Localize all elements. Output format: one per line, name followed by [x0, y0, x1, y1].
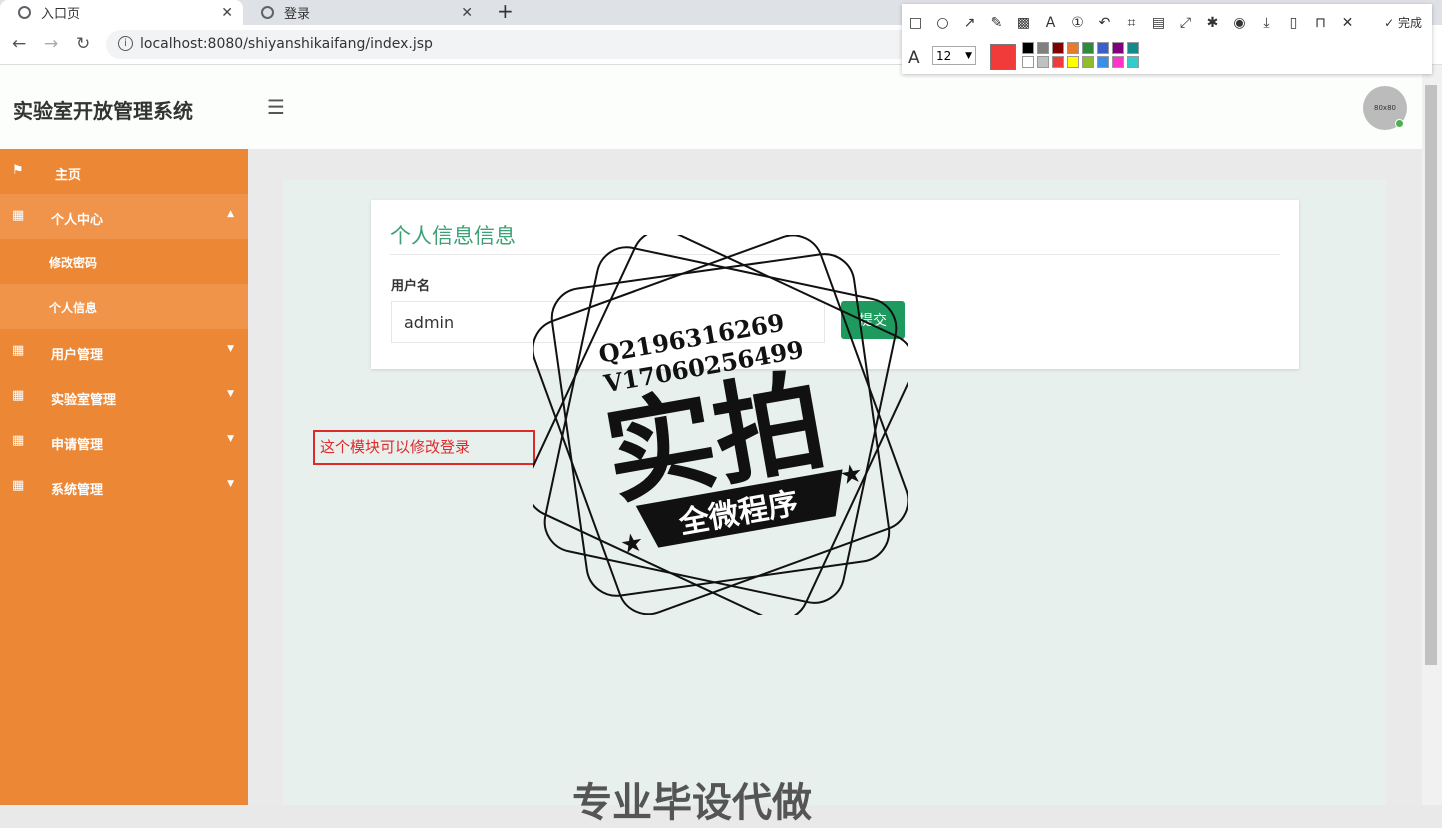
annotation-textbox[interactable]: 这个模块可以修改登录 [313, 430, 535, 465]
undo-icon[interactable]: ↶ [1091, 15, 1118, 31]
sidebar-item-label: 申请管理 [51, 438, 104, 453]
grid-icon: ▦ [12, 343, 25, 358]
avatar[interactable]: 80x80 [1363, 86, 1407, 130]
sidebar-item-application-management[interactable]: ▦ 申请管理 ▼ [0, 419, 248, 464]
star-icon: ★ [618, 527, 646, 561]
tab-home[interactable]: 入口页 ✕ [0, 0, 243, 25]
sidebar: ⚑ 主页 ▦ 个人中心 ▲ 修改密码 个人信息 ▦ 用户管理 ▼ ▦ 实验室管理… [0, 149, 248, 805]
new-tab-button[interactable]: + [497, 0, 514, 22]
ocr-icon[interactable]: ▤ [1145, 15, 1172, 31]
close-icon[interactable]: ✕ [1334, 15, 1361, 31]
pin-icon[interactable]: ✱ [1199, 15, 1226, 31]
arrow-icon[interactable]: ↗ [956, 15, 983, 31]
color-swatch[interactable] [1052, 42, 1064, 54]
back-icon[interactable]: ← [12, 34, 26, 54]
done-button[interactable]: ✓ 完成 [1384, 14, 1422, 31]
sidebar-item-label: 主页 [55, 168, 82, 183]
font-icon: A [908, 48, 920, 68]
tab-label: 登录 [284, 7, 311, 22]
sidebar-item-label: 个人信息 [49, 301, 98, 315]
footer-watermark: 专业毕设代做 [572, 780, 812, 826]
pencil-icon[interactable]: ✎ [983, 15, 1010, 31]
grid-icon: ▦ [12, 478, 25, 493]
grid-icon: ▦ [12, 388, 25, 403]
app-header: 实验室开放管理系统 ☰ 80x80 [0, 65, 1422, 149]
online-status-dot [1395, 119, 1404, 128]
url-text[interactable]: localhost:8080/shiyanshikaifang/index.js… [140, 36, 433, 52]
brand-title: 实验室开放管理系统 [13, 99, 193, 123]
download-icon[interactable]: ⤓ [1253, 15, 1280, 31]
flag-icon: ⚑ [12, 163, 24, 178]
close-icon[interactable]: ✕ [461, 5, 473, 21]
chevron-up-icon: ▲ [227, 209, 234, 219]
chevron-down-icon: ▼ [227, 434, 234, 444]
rectangle-icon[interactable]: □ [902, 15, 929, 31]
color-swatch[interactable] [1097, 42, 1109, 54]
close-icon[interactable]: ✕ [221, 5, 233, 21]
color-swatch[interactable] [1052, 56, 1064, 68]
color-swatch[interactable] [1127, 42, 1139, 54]
sidebar-item-lab-management[interactable]: ▦ 实验室管理 ▼ [0, 374, 248, 419]
color-swatch[interactable] [1037, 42, 1049, 54]
color-swatch[interactable] [1112, 56, 1124, 68]
globe-icon [261, 6, 274, 19]
current-color-swatch[interactable] [990, 44, 1016, 70]
tab-label: 入口页 [41, 7, 81, 22]
sidebar-item-personal-center[interactable]: ▦ 个人中心 ▲ [0, 194, 248, 239]
sidebar-item-system-management[interactable]: ▦ 系统管理 ▼ [0, 464, 248, 509]
screenshot-toolbar: □ ○ ↗ ✎ ▩ A ① ↶ ⌗ ▤ ⤢ ✱ ◉ ⤓ ▯ ⊓ ✕ ✓ 完成 A… [902, 4, 1432, 74]
color-swatch[interactable] [1112, 42, 1124, 54]
star-icon: ★ [837, 458, 865, 492]
color-swatch[interactable] [1067, 56, 1079, 68]
color-swatch[interactable] [1022, 42, 1034, 54]
reload-icon[interactable]: ↻ [76, 34, 90, 54]
chevron-down-icon: ▼ [227, 389, 234, 399]
color-swatch[interactable] [1067, 42, 1079, 54]
tab-login[interactable]: 登录 ✕ [243, 0, 483, 25]
chevron-down-icon: ▼ [227, 344, 234, 354]
phone-icon[interactable]: ▯ [1280, 15, 1307, 31]
color-swatch[interactable] [1082, 42, 1094, 54]
watermark-stamp: Q2196316269 V17060256499 实拍 全微程序 ★ ★ [533, 235, 908, 615]
ellipse-icon[interactable]: ○ [929, 15, 956, 31]
avatar-text: 80x80 [1374, 104, 1396, 112]
sidebar-item-label: 系统管理 [51, 483, 104, 498]
done-label: 完成 [1397, 16, 1422, 30]
sidebar-item-home[interactable]: ⚑ 主页 [0, 149, 248, 194]
card-title: 个人信息信息 [390, 224, 516, 248]
color-palette [1022, 42, 1142, 68]
info-icon[interactable]: i [118, 36, 133, 51]
number-icon[interactable]: ① [1064, 15, 1091, 31]
text-icon[interactable]: A [1037, 15, 1064, 31]
sidebar-item-user-management[interactable]: ▦ 用户管理 ▼ [0, 329, 248, 374]
username-label: 用户名 [391, 279, 431, 294]
font-size-select[interactable]: 12 ▼ [932, 46, 976, 65]
forward-icon[interactable]: → [44, 34, 58, 54]
font-size-value: 12 [936, 49, 952, 63]
sidebar-item-label: 实验室管理 [51, 393, 117, 408]
color-swatch[interactable] [1082, 56, 1094, 68]
sidebar-item-label: 个人中心 [51, 213, 104, 228]
crop-icon[interactable]: ⌗ [1118, 15, 1145, 31]
grid-icon: ▦ [12, 433, 25, 448]
page-scrollbar[interactable] [1422, 65, 1442, 805]
scrollbar-thumb[interactable] [1425, 85, 1437, 665]
sidebar-item-change-password[interactable]: 修改密码 [0, 239, 248, 284]
globe-icon [18, 6, 31, 19]
grid-icon: ▦ [12, 208, 25, 223]
record-icon[interactable]: ◉ [1226, 15, 1253, 31]
sidebar-item-personal-info[interactable]: 个人信息 [0, 284, 248, 329]
expand-icon[interactable]: ⤢ [1172, 15, 1199, 31]
bookmark-icon[interactable]: ⊓ [1307, 15, 1334, 31]
chevron-down-icon: ▼ [965, 51, 972, 61]
sidebar-item-label: 用户管理 [51, 348, 104, 363]
color-swatch[interactable] [1097, 56, 1109, 68]
mosaic-icon[interactable]: ▩ [1010, 15, 1037, 31]
color-swatch[interactable] [1127, 56, 1139, 68]
color-swatch[interactable] [1037, 56, 1049, 68]
color-swatch[interactable] [1022, 56, 1034, 68]
sidebar-item-label: 修改密码 [49, 256, 98, 270]
chevron-down-icon: ▼ [227, 479, 234, 489]
hamburger-icon[interactable]: ☰ [267, 95, 285, 119]
